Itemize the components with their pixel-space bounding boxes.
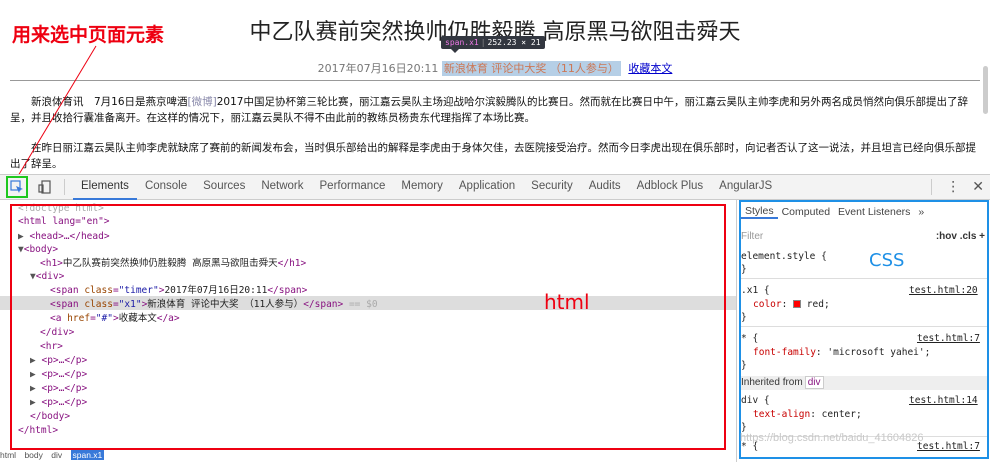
paragraph-1: 新浪体育讯 7月16日是燕京啤酒[微博]2017中国足协杯第三轮比赛，丽江嘉云昊… (10, 96, 968, 124)
tab-security[interactable]: Security (523, 174, 581, 200)
tab-performance[interactable]: Performance (312, 174, 394, 200)
close-devtools-icon[interactable]: ✕ (966, 179, 990, 195)
webpage-viewport: 中乙队赛前突然换帅仍胜毅腾 高原黑马欲阻击舜天 2017年07月16日20:11… (0, 0, 990, 174)
watermark: https://blog.csdn.net/baidu_41604826 (740, 432, 924, 444)
tab-application[interactable]: Application (451, 174, 523, 200)
tab-angularjs[interactable]: AngularJS (711, 174, 780, 200)
annotation-css-box (739, 200, 989, 459)
breadcrumb-div[interactable]: div (51, 450, 62, 460)
inspect-element-icon[interactable] (6, 176, 28, 198)
breadcrumb-span-x1[interactable]: span.x1 (70, 450, 105, 460)
elements-panel: <!doctype html> <html lang="en"> ▶ <head… (0, 200, 736, 450)
toolbar-divider (64, 179, 65, 195)
tab-memory[interactable]: Memory (393, 174, 451, 200)
tab-network[interactable]: Network (253, 174, 311, 200)
tab-sources[interactable]: Sources (195, 174, 253, 200)
divider (10, 80, 980, 81)
paragraph-2: 在昨日丽江嘉云昊队主帅李虎就缺席了赛前的新闻发布会，当时俱乐部给出的解释是李虎由… (10, 142, 976, 170)
article-meta: 2017年07月16日20:11 新浪体育 评论中大奖 （11人参与） 收藏本文 (0, 60, 990, 76)
source-span-highlighted[interactable]: 新浪体育 评论中大奖 （11人参与） (441, 61, 621, 76)
annotation-html-label: html (544, 290, 590, 314)
toolbar-right: ⋮ ✕ (923, 179, 990, 195)
toolbar-divider-right (931, 179, 933, 195)
styles-panel: Styles Computed Event Listeners » Filter… (736, 200, 990, 462)
weibo-link[interactable]: [微博] (188, 96, 217, 108)
page-scrollbar[interactable] (983, 66, 988, 114)
timer: 2017年07月16日20:11 (317, 62, 439, 75)
more-menu-icon[interactable]: ⋮ (940, 179, 966, 195)
breadcrumb: html body div span.x1 (0, 450, 736, 462)
device-toolbar-icon[interactable] (34, 176, 56, 198)
tab-adblock-plus[interactable]: Adblock Plus (629, 174, 711, 200)
favorite-link[interactable]: 收藏本文 (628, 62, 672, 75)
tab-console[interactable]: Console (137, 174, 195, 200)
devtools-toolbar: Elements Console Sources Network Perform… (0, 174, 990, 200)
annotation-html-box (10, 204, 726, 450)
tab-elements[interactable]: Elements (73, 174, 137, 200)
tab-audits[interactable]: Audits (581, 174, 629, 200)
breadcrumb-body[interactable]: body (24, 450, 42, 460)
breadcrumb-html[interactable]: html (0, 450, 16, 460)
screenshot: 中乙队赛前突然换帅仍胜毅腾 高原黑马欲阻击舜天 2017年07月16日20:11… (0, 0, 990, 462)
devtools-tabs: Elements Console Sources Network Perform… (73, 174, 780, 200)
inspect-tooltip: span.x1 | 252.23 × 21 (441, 36, 545, 53)
annotation-select-label: 用来选中页面元素 (12, 24, 165, 46)
